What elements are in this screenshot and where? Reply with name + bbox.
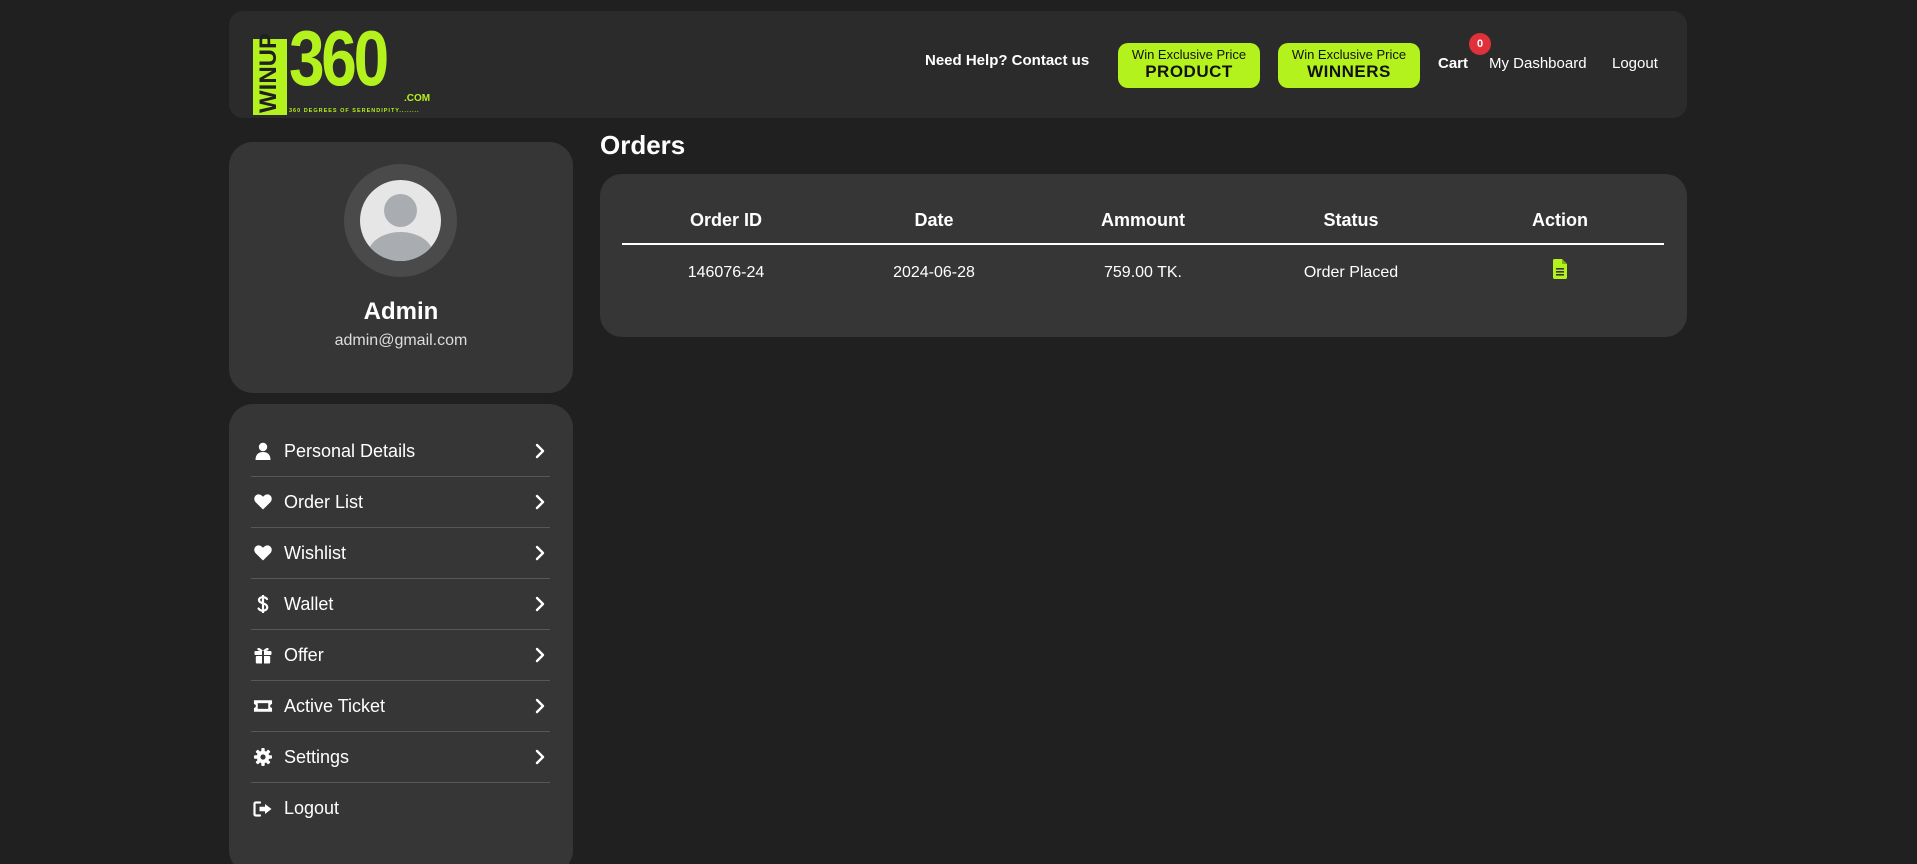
cell-amount: 759.00 TK. — [1104, 264, 1182, 281]
site-header: WINUP 360 .COM 360 DEGREES OF SERENDIPIT… — [229, 11, 1687, 118]
sidebar-item-order-list[interactable]: Order List — [251, 477, 550, 528]
logo-com-text: .COM — [404, 93, 431, 104]
cell-status: Order Placed — [1303, 264, 1399, 281]
ticket-icon — [253, 696, 273, 716]
chevron-right-icon — [535, 443, 545, 459]
sidebar-item-label: Personal Details — [284, 440, 416, 461]
cart-link[interactable]: Cart — [1438, 55, 1468, 72]
gear-icon — [253, 747, 273, 767]
heart-icon — [253, 543, 273, 563]
cell-date: 2024-06-28 — [893, 264, 975, 281]
avatar-head — [384, 194, 417, 227]
sidebar-item-label: Settings — [284, 746, 350, 767]
user-icon — [253, 441, 273, 461]
logo-tagline: 360 DEGREES OF SERENDIPITY........ — [289, 108, 420, 114]
chevron-right-icon — [535, 545, 545, 561]
heart-icon — [253, 492, 273, 512]
promo-winners-button[interactable]: Win Exclusive Price WINNERS — [1278, 43, 1420, 88]
chevron-right-icon — [535, 596, 545, 612]
site-logo[interactable]: WINUP 360 .COM 360 DEGREES OF SERENDIPIT… — [253, 19, 433, 117]
page-title: Orders — [600, 130, 686, 160]
profile-email: admin@gmail.com — [334, 332, 468, 349]
logout-icon — [253, 799, 273, 819]
avatar-body — [368, 232, 433, 261]
sidebar-item-label: Wishlist — [284, 542, 346, 563]
header-divider — [622, 243, 1664, 245]
chevron-right-icon — [535, 749, 545, 765]
sidebar-item-personal-details[interactable]: Personal Details — [251, 426, 550, 477]
promo-product-small: Win Exclusive Price — [1131, 47, 1247, 62]
sidebar-item-offer[interactable]: Offer — [251, 630, 550, 681]
promo-product-big: PRODUCT — [1145, 62, 1233, 81]
avatar[interactable] — [360, 180, 441, 261]
orders-table: Order ID Date Ammount Status Action 1460… — [600, 174, 1687, 337]
sidebar-item-label: Logout — [284, 798, 340, 818]
sidebar-menu: Personal Details Order List Wishlist Wal… — [229, 404, 573, 864]
sidebar-item-label: Active Ticket — [284, 695, 386, 716]
column-header-action: Action — [1532, 210, 1588, 230]
cart-count-badge: 0 — [1469, 33, 1491, 55]
sidebar-item-label: Wallet — [284, 593, 334, 614]
profile-name: Admin — [363, 298, 439, 325]
my-dashboard-link[interactable]: My Dashboard — [1489, 55, 1587, 72]
column-header-order-id: Order ID — [689, 210, 763, 230]
logo-360-text: 360 — [289, 14, 389, 102]
profile-card: Admin admin@gmail.com — [229, 142, 573, 393]
cell-order-id: 146076-24 — [687, 264, 765, 281]
sidebar-item-active-ticket[interactable]: Active Ticket — [251, 681, 550, 732]
dollar-icon — [253, 594, 273, 614]
gift-icon — [253, 645, 273, 665]
sidebar-item-wishlist[interactable]: Wishlist — [251, 528, 550, 579]
column-header-date: Date — [914, 210, 954, 230]
header-logout-link[interactable]: Logout — [1612, 55, 1658, 72]
sidebar-item-label: Offer — [284, 644, 324, 665]
chevron-right-icon — [535, 647, 545, 663]
sidebar-item-wallet[interactable]: Wallet — [251, 579, 550, 630]
promo-product-button[interactable]: Win Exclusive Price PRODUCT — [1118, 43, 1260, 88]
column-header-amount: Ammount — [1101, 210, 1185, 230]
promo-winners-big: WINNERS — [1307, 62, 1391, 81]
column-header-status: Status — [1323, 210, 1379, 230]
chevron-right-icon — [535, 698, 545, 714]
logo-winup-text: WINUP — [255, 33, 282, 113]
promo-winners-small: Win Exclusive Price — [1291, 47, 1407, 62]
sidebar-item-settings[interactable]: Settings — [251, 732, 550, 783]
document-icon[interactable] — [1552, 259, 1568, 279]
help-contact-link[interactable]: Need Help? Contact us — [925, 52, 1089, 69]
sidebar-item-logout[interactable]: Logout — [251, 783, 550, 834]
avatar-ring — [344, 164, 457, 277]
chevron-right-icon — [535, 494, 545, 510]
sidebar-item-label: Order List — [284, 491, 364, 512]
